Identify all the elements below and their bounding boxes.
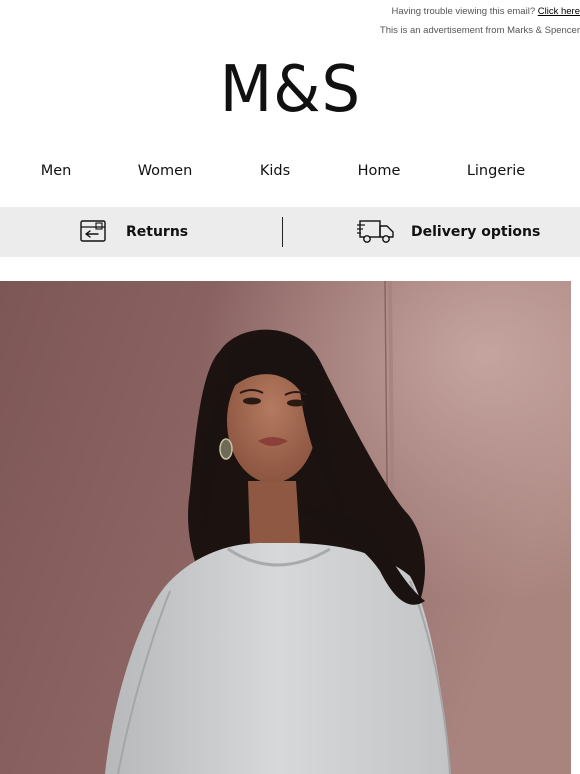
- delivery-options-label: Delivery options: [411, 224, 541, 240]
- hero-photo: [0, 281, 571, 774]
- nav-item-men[interactable]: Men: [41, 163, 72, 179]
- nav-item-women[interactable]: Women: [138, 163, 193, 179]
- service-divider: [282, 217, 283, 247]
- delivery-options-link[interactable]: Delivery options: [356, 207, 540, 257]
- trouble-viewing-line: Having trouble viewing this email? Click…: [391, 6, 580, 17]
- brand-logo[interactable]: M&S: [0, 50, 580, 130]
- returns-label: Returns: [126, 224, 189, 240]
- nav-item-kids[interactable]: Kids: [260, 163, 290, 179]
- click-here-link[interactable]: Click here: [538, 6, 580, 17]
- nav-item-lingerie[interactable]: Lingerie: [467, 163, 525, 179]
- returns-card-icon: [80, 220, 106, 242]
- advertisement-notice: This is an advertisement from Marks & Sp…: [379, 25, 580, 36]
- trouble-viewing-text: Having trouble viewing this email?: [391, 6, 538, 17]
- category-nav: Men Women Kids Home Lingerie: [0, 163, 580, 187]
- nav-item-home[interactable]: Home: [358, 163, 401, 179]
- returns-link[interactable]: Returns: [78, 207, 188, 257]
- hero-image[interactable]: [0, 281, 571, 774]
- preheader: Having trouble viewing this email? Click…: [0, 0, 580, 44]
- service-bar: Returns Delivery options: [0, 207, 580, 257]
- delivery-truck-icon: [357, 220, 394, 243]
- brand-logo-text: M&S: [219, 53, 361, 127]
